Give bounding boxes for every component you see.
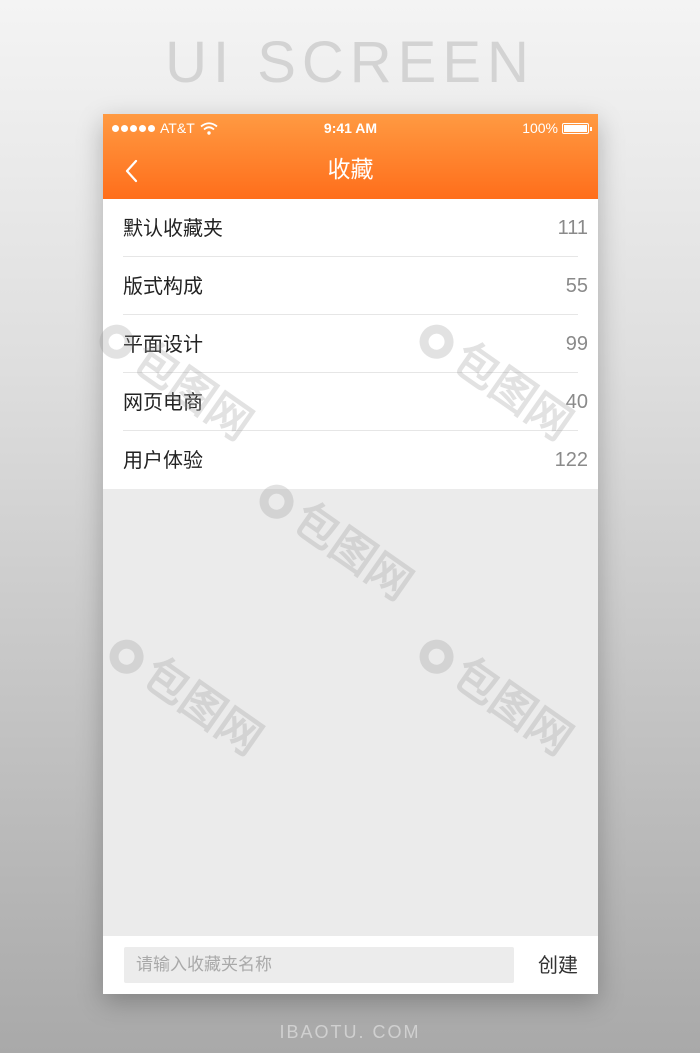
list-item[interactable]: 平面设计 99 <box>103 315 598 373</box>
battery-icon <box>562 122 592 134</box>
folder-name-input[interactable] <box>124 947 514 983</box>
list-item[interactable]: 默认收藏夹 111 <box>103 199 598 257</box>
folder-count: 122 <box>554 449 588 471</box>
header: AT&T 9:41 AM 100% 收藏 <box>103 114 598 199</box>
list-item[interactable]: 版式构成 55 <box>103 257 598 315</box>
status-right: 100% <box>522 120 592 136</box>
folder-name: 用户体验 <box>123 448 203 472</box>
folder-name: 网页电商 <box>123 390 203 414</box>
create-button[interactable]: 创建 <box>528 946 588 984</box>
site-caption: IBAOTU. COM <box>279 1022 421 1042</box>
page-title: 收藏 <box>327 157 374 183</box>
folder-count: 55 <box>565 275 588 297</box>
list-item[interactable]: 用户体验 122 <box>103 431 598 489</box>
create-folder-bar: 创建 <box>103 936 598 994</box>
folder-count: 111 <box>557 217 588 239</box>
battery-percent: 100% <box>522 120 558 136</box>
folder-count: 99 <box>565 333 588 355</box>
folder-list: 默认收藏夹 111 版式构成 55 平面设计 99 网页电商 40 用户体验 1… <box>103 199 598 489</box>
phone-screen: AT&T 9:41 AM 100% 收藏 默认收藏夹 111 版式构成 55 平… <box>103 114 598 994</box>
navbar: 收藏 <box>103 142 598 199</box>
folder-count: 40 <box>565 391 588 413</box>
folder-name: 默认收藏夹 <box>123 216 223 240</box>
folder-name: 版式构成 <box>123 274 203 298</box>
list-item[interactable]: 网页电商 40 <box>103 373 598 431</box>
page-heading: UI SCREEN <box>165 30 535 95</box>
folder-name: 平面设计 <box>123 332 203 356</box>
status-bar: AT&T 9:41 AM 100% <box>103 114 598 142</box>
